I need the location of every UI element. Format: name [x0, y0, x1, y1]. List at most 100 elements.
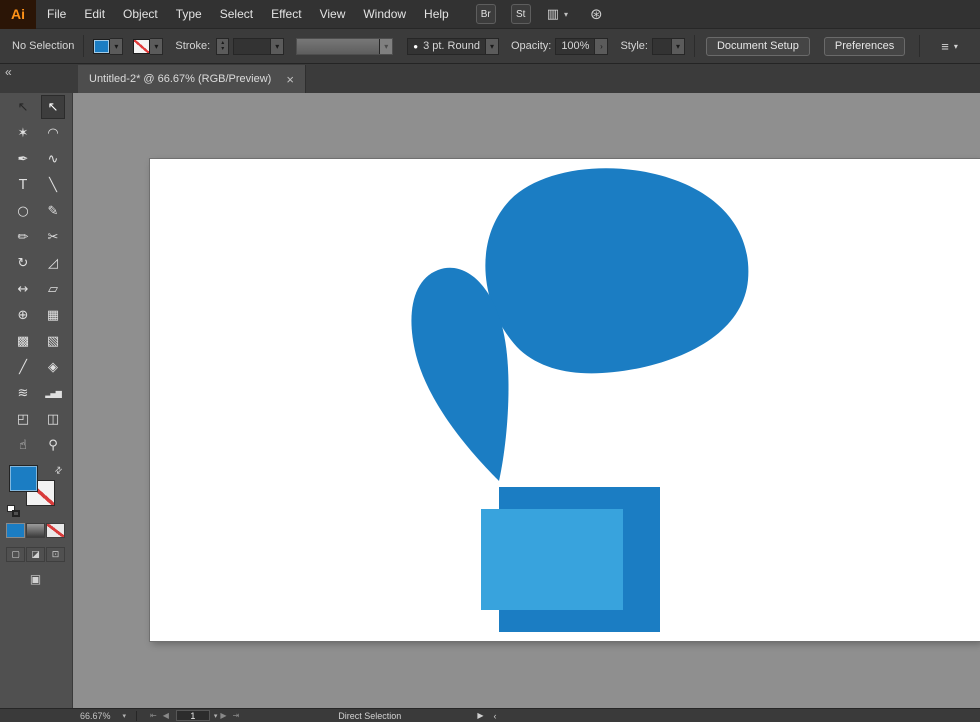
rotate-tool[interactable]: ↻	[11, 251, 35, 275]
chevron-down-icon[interactable]: ▾	[214, 712, 218, 720]
draw-behind-mode-button[interactable]: ◪	[26, 547, 45, 562]
menu-edit[interactable]: Edit	[75, 0, 114, 29]
divider	[83, 35, 85, 57]
menu-select[interactable]: Select	[211, 0, 262, 29]
menu-object[interactable]: Object	[114, 0, 167, 29]
stroke-label[interactable]: Stroke:	[175, 40, 210, 52]
stroke-weight-combo[interactable]: ▾	[233, 37, 285, 55]
chevron-down-icon[interactable]: ▾	[484, 38, 498, 54]
magic-wand-tool[interactable]: ✶	[11, 121, 35, 145]
column-graph-tool-icon: ▂▄▆	[45, 388, 62, 398]
gradient-button[interactable]	[26, 523, 45, 538]
divider	[136, 710, 138, 721]
free-transform-tool-icon: ▱	[48, 281, 58, 297]
fill-swatch[interactable]	[9, 465, 38, 492]
collapse-left-icon[interactable]: ‹	[493, 711, 496, 721]
chevron-down-icon[interactable]: ▾	[670, 38, 684, 54]
pencil-tool[interactable]: ✏	[11, 225, 35, 249]
stroke-weight-stepper[interactable]: ▴ ▾	[216, 37, 230, 55]
screen-mode-button[interactable]: ▣	[26, 571, 45, 586]
artboard-tool[interactable]: ◰	[11, 407, 35, 431]
spin-down-icon[interactable]: ▾	[221, 46, 224, 52]
eyedropper-tool[interactable]: ╱	[11, 355, 35, 379]
menu-help[interactable]: Help	[415, 0, 458, 29]
zoom-level-combo[interactable]: 66.67% ▾	[80, 711, 126, 721]
perspective-grid-tool[interactable]: ▦	[41, 303, 65, 327]
swap-fill-stroke-icon[interactable]: ⇄	[52, 464, 65, 477]
preferences-button[interactable]: Preferences	[823, 36, 906, 56]
artboard-number-field[interactable]: 1	[175, 710, 210, 721]
previous-artboard-button[interactable]: ◀	[163, 711, 169, 720]
chevron-down-icon[interactable]: ▾	[110, 37, 124, 55]
curvature-tool[interactable]: ∿	[41, 147, 65, 171]
style-combo[interactable]: ▾	[651, 37, 685, 55]
selection-tool[interactable]: ↖	[11, 95, 35, 119]
chevron-down-icon[interactable]: ▾	[270, 38, 284, 54]
bridge-button[interactable]: Br	[475, 4, 496, 24]
color-button[interactable]	[6, 523, 25, 538]
symbol-sprayer-tool[interactable]: ≋	[11, 381, 35, 405]
fill-color-control[interactable]: ▾	[93, 37, 124, 55]
document-tab[interactable]: Untitled-2* @ 66.67% (RGB/Preview) ×	[78, 65, 306, 93]
style-label[interactable]: Style:	[620, 40, 648, 52]
menu-file[interactable]: File	[38, 0, 75, 29]
blend-tool[interactable]: ◈	[41, 355, 65, 379]
align-options-control[interactable]: ≡ ▾	[941, 39, 958, 54]
stroke-color-control[interactable]: ▾	[133, 37, 164, 55]
chevron-right-icon[interactable]: ›	[594, 38, 608, 54]
menu-window[interactable]: Window	[354, 0, 415, 29]
stock-button[interactable]: St	[510, 4, 531, 24]
artwork-layer	[411, 168, 749, 632]
chevron-down-icon: ▾	[953, 41, 958, 51]
draw-inside-mode-button[interactable]: ⊡	[46, 547, 65, 562]
chevron-down-icon[interactable]: ▾	[150, 37, 164, 55]
shape-blob[interactable]	[485, 168, 749, 374]
line-segment-tool[interactable]: ╲	[41, 173, 65, 197]
brush-combo[interactable]: ● 3 pt. Round ▾	[407, 37, 499, 55]
free-transform-tool[interactable]: ▱	[41, 277, 65, 301]
close-icon[interactable]: ×	[286, 73, 294, 86]
lasso-tool[interactable]: ◠	[41, 121, 65, 145]
canvas-area[interactable]	[73, 93, 980, 708]
scale-tool[interactable]: ◿	[41, 251, 65, 275]
first-artboard-button[interactable]: ⇤	[150, 711, 157, 720]
gradient-tool[interactable]: ▧	[41, 329, 65, 353]
scissors-tool[interactable]: ✂	[41, 225, 65, 249]
sync-icon[interactable]: ⊛	[590, 5, 603, 23]
ellipse-tool-icon: ○	[17, 203, 29, 219]
width-tool[interactable]: ↔	[11, 277, 35, 301]
collapse-panel-icon[interactable]: «	[5, 65, 12, 79]
width-profile-combo: ▾	[296, 37, 394, 55]
none-button[interactable]	[46, 523, 65, 538]
menu-effect[interactable]: Effect	[262, 0, 310, 29]
menu-view[interactable]: View	[311, 0, 355, 29]
pen-tool[interactable]: ✒	[11, 147, 35, 171]
slice-tool[interactable]: ◫	[41, 407, 65, 431]
direct-selection-tool[interactable]: ↖	[41, 95, 65, 119]
curvature-tool-icon: ∿	[47, 151, 59, 167]
mesh-tool[interactable]: ▩	[11, 329, 35, 353]
column-graph-tool[interactable]: ▂▄▆	[41, 381, 65, 405]
hand-tool[interactable]: ☝	[11, 433, 35, 457]
zoom-tool[interactable]: ⚲	[41, 433, 65, 457]
document-setup-button[interactable]: Document Setup	[705, 36, 810, 56]
mesh-tool-icon: ▩	[16, 333, 30, 349]
opacity-combo[interactable]: 100% ›	[555, 37, 609, 55]
type-tool[interactable]: T	[11, 173, 35, 197]
paintbrush-tool[interactable]: ✎	[41, 199, 65, 223]
last-artboard-button[interactable]: ⇥	[233, 711, 240, 720]
menu-type[interactable]: Type	[167, 0, 211, 29]
ellipse-tool[interactable]: ○	[11, 199, 35, 223]
shape-builder-tool[interactable]: ⊕	[11, 303, 35, 327]
control-bar: No Selection ▾ ▾ Stroke: ▴ ▾ ▾ ▾ ● 3 pt.…	[0, 29, 980, 64]
workspace-switcher[interactable]: ▥ ▾	[547, 6, 568, 22]
shape-light-square[interactable]	[481, 509, 623, 610]
stroke-color-swatch[interactable]	[133, 38, 151, 54]
opacity-label[interactable]: Opacity:	[511, 40, 551, 52]
draw-normal-mode-button[interactable]: ▢	[6, 547, 25, 562]
selection-tool-icon: ↖	[17, 99, 29, 115]
fill-color-swatch[interactable]	[93, 38, 111, 54]
next-artboard-button[interactable]: ▶	[220, 711, 226, 720]
default-fill-stroke-button[interactable]	[7, 505, 22, 518]
play-icon[interactable]: ▶	[477, 711, 483, 720]
